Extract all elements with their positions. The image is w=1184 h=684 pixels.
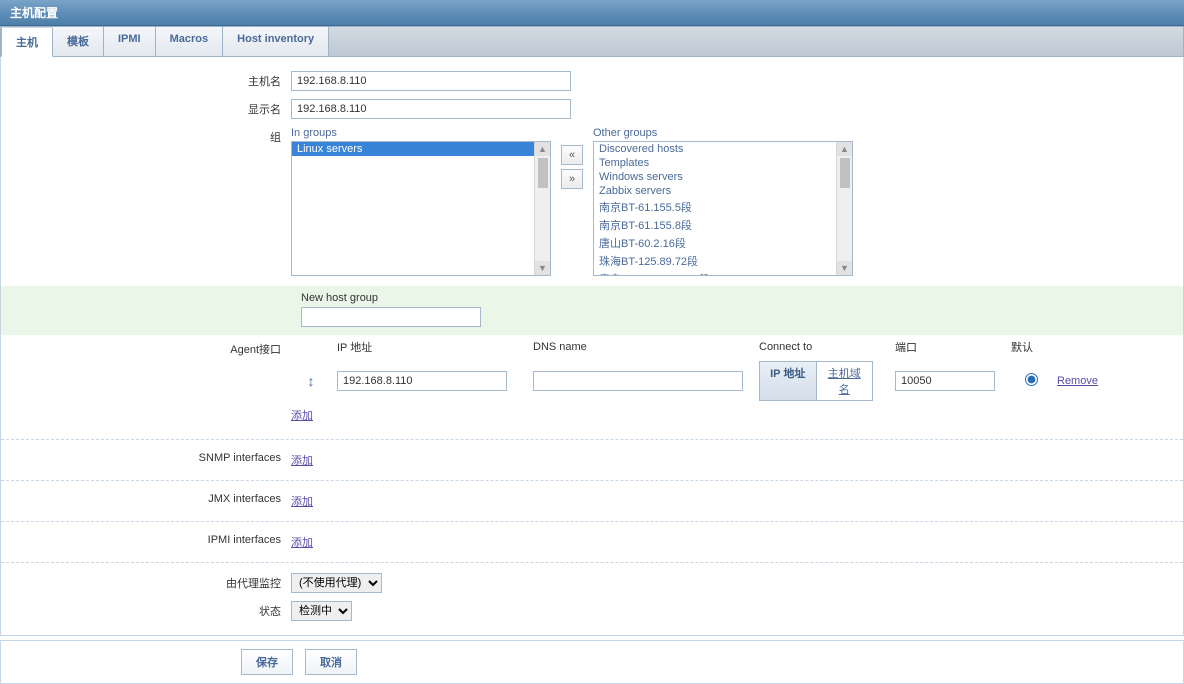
agent-default-radio[interactable] [1025,373,1038,386]
other-groups-listbox[interactable]: Discovered hosts Templates Windows serve… [593,141,853,276]
other-group-item[interactable]: Windows servers [594,170,852,184]
col-default-label: 默认 [1011,339,1051,361]
other-group-item[interactable]: 珠海BT-125.89.72段 [594,252,852,270]
agent-ip-input[interactable] [337,371,507,391]
tab-macros[interactable]: Macros [156,27,224,56]
in-groups-label: In groups [291,127,551,139]
scroll-down-icon[interactable]: ▼ [535,261,550,275]
connect-dns-option[interactable]: 主机域名 [817,362,873,400]
save-button[interactable]: 保存 [241,649,293,675]
other-group-item[interactable]: 青岛BT-119.167.227段 [594,270,852,276]
scrollbar[interactable]: ▲ ▼ [836,142,852,275]
other-groups-label: Other groups [593,127,853,139]
tab-host-inventory[interactable]: Host inventory [223,27,329,56]
proxy-select[interactable]: (不使用代理) [291,573,382,593]
agent-interfaces-label: Agent接口 [1,337,291,361]
jmx-interfaces-label: JMX interfaces [1,489,291,509]
scrollbar[interactable]: ▲ ▼ [534,142,550,275]
col-port-label: 端口 [895,339,1005,361]
col-dns-label: DNS name [533,341,753,359]
drag-handle-icon[interactable]: ↕ [291,373,331,389]
form-area: 主机名 显示名 组 In groups Linux servers [0,57,1184,636]
scroll-thumb[interactable] [840,158,850,188]
new-group-input[interactable] [301,307,481,327]
scroll-up-icon[interactable]: ▲ [837,142,852,156]
titlebar: 主机配置 [0,0,1184,26]
status-label: 状态 [1,599,291,623]
in-group-item[interactable]: Linux servers [292,142,550,156]
scroll-down-icon[interactable]: ▼ [837,261,852,275]
tab-templates[interactable]: 模板 [53,27,104,56]
jmx-add-link[interactable]: 添加 [291,491,313,511]
agent-dns-input[interactable] [533,371,743,391]
connect-ip-option[interactable]: IP 地址 [760,362,817,400]
other-group-item[interactable]: Discovered hosts [594,142,852,156]
in-groups-listbox[interactable]: Linux servers ▲ ▼ [291,141,551,276]
other-group-item[interactable]: Zabbix servers [594,184,852,198]
groups-label: 组 [1,125,291,149]
status-select[interactable]: 检测中 [291,601,352,621]
hostname-input[interactable] [291,71,571,91]
new-group-band: New host group [1,286,1183,335]
other-group-item[interactable]: 南京BT-61.155.5段 [594,198,852,216]
scroll-up-icon[interactable]: ▲ [535,142,550,156]
tab-ipmi[interactable]: IPMI [104,27,156,56]
snmp-add-link[interactable]: 添加 [291,450,313,470]
tabbar: 主机 模板 IPMI Macros Host inventory [0,26,1184,57]
col-connect-label: Connect to [759,341,889,359]
col-ip-label: IP 地址 [337,339,527,361]
snmp-interfaces-label: SNMP interfaces [1,448,291,468]
move-right-button[interactable]: » [561,169,583,189]
proxy-label: 由代理监控 [1,571,291,595]
ipmi-interfaces-label: IPMI interfaces [1,530,291,550]
move-left-button[interactable]: « [561,145,583,165]
displayname-input[interactable] [291,99,571,119]
hostname-label: 主机名 [1,69,291,93]
cancel-button[interactable]: 取消 [305,649,357,675]
agent-port-input[interactable] [895,371,995,391]
other-group-item[interactable]: Templates [594,156,852,170]
displayname-label: 显示名 [1,97,291,121]
ipmi-add-link[interactable]: 添加 [291,532,313,552]
agent-remove-link[interactable]: Remove [1057,375,1098,387]
connect-to-toggle: IP 地址 主机域名 [759,361,873,401]
footer: 保存 取消 [0,640,1184,684]
other-group-item[interactable]: 唐山BT-60.2.16段 [594,234,852,252]
scroll-thumb[interactable] [538,158,548,188]
tab-host[interactable]: 主机 [1,28,53,57]
new-group-label: New host group [301,292,1183,304]
agent-add-link[interactable]: 添加 [291,405,313,425]
other-group-item[interactable]: 南京BT-61.155.8段 [594,216,852,234]
